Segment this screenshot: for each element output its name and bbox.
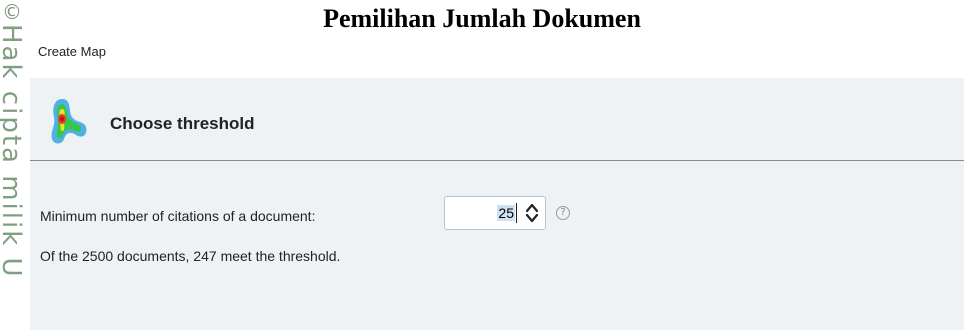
create-map-window: Create Map Choose threshold Minimum numb…: [30, 38, 964, 330]
watermark-text: Hak cipta milik U: [0, 24, 26, 279]
threshold-spinner[interactable]: 25: [444, 196, 546, 230]
spinner-arrows-icon[interactable]: [523, 202, 541, 224]
content-area: [30, 161, 964, 330]
window-title: Create Map: [38, 44, 106, 59]
threshold-value[interactable]: 25: [497, 205, 515, 221]
threshold-result-text: Of the 2500 documents, 247 meet the thre…: [40, 248, 341, 264]
header-title: Choose threshold: [110, 114, 255, 133]
help-icon[interactable]: ?: [556, 206, 570, 220]
threshold-label: Minimum number of citations of a documen…: [40, 208, 316, 224]
document-title: Pemilihan Jumlah Dokumen: [323, 4, 641, 33]
text-caret: [516, 203, 517, 223]
heatmap-icon: [51, 99, 87, 144]
copyright-watermark: © Hak cipta milik U: [0, 0, 26, 330]
